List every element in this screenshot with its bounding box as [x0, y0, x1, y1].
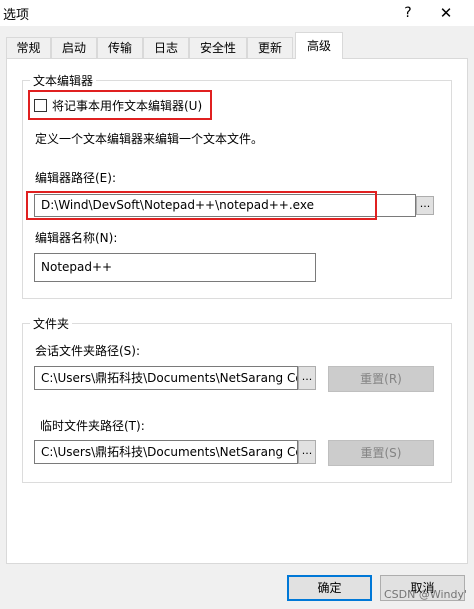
- session-folder-reset-button[interactable]: 重置(R): [328, 366, 434, 392]
- tab-log[interactable]: 日志: [143, 37, 189, 58]
- highlight-box-checkbox: [28, 90, 212, 120]
- title-bar: 选项 ? ✕: [0, 0, 474, 26]
- session-folder-label: 会话文件夹路径(S):: [35, 344, 141, 358]
- csdn-watermark: CSDN @Windy': [384, 588, 468, 601]
- folders-group-title: 文件夹: [30, 315, 73, 332]
- temp-folder-label: 临时文件夹路径(T):: [40, 419, 145, 433]
- tab-strip: 常规 启动 传输 日志 安全性 更新 高级: [6, 32, 468, 59]
- tab-transfer[interactable]: 传输: [97, 37, 143, 58]
- editor-name-label: 编辑器名称(N):: [35, 231, 118, 245]
- window-title: 选项: [3, 8, 30, 23]
- temp-folder-input[interactable]: C:\Users\鼎拓科技\Documents\NetSarang Co: [34, 440, 298, 464]
- text-editor-group-title: 文本编辑器: [30, 72, 97, 89]
- editor-name-input[interactable]: Notepad++: [34, 253, 316, 282]
- temp-folder-reset-button[interactable]: 重置(S): [328, 440, 434, 466]
- session-folder-browse-button[interactable]: ...: [298, 366, 316, 390]
- editor-path-browse-button[interactable]: ...: [416, 196, 434, 215]
- help-button[interactable]: ?: [396, 2, 420, 24]
- tab-security[interactable]: 安全性: [189, 37, 247, 58]
- text-editor-description: 定义一个文本编辑器来编辑一个文本文件。: [35, 132, 264, 146]
- highlight-box-editor-path: [26, 191, 377, 220]
- ok-button[interactable]: 确定: [287, 575, 372, 601]
- temp-folder-browse-button[interactable]: ...: [298, 440, 316, 464]
- tab-startup[interactable]: 启动: [51, 37, 97, 58]
- editor-path-label: 编辑器路径(E):: [35, 171, 116, 185]
- session-folder-input[interactable]: C:\Users\鼎拓科技\Documents\NetSarang Co: [34, 366, 298, 390]
- tab-general[interactable]: 常规: [6, 37, 51, 58]
- close-button[interactable]: ✕: [428, 2, 464, 24]
- tab-advanced[interactable]: 高级: [295, 32, 343, 59]
- tab-update[interactable]: 更新: [247, 37, 293, 58]
